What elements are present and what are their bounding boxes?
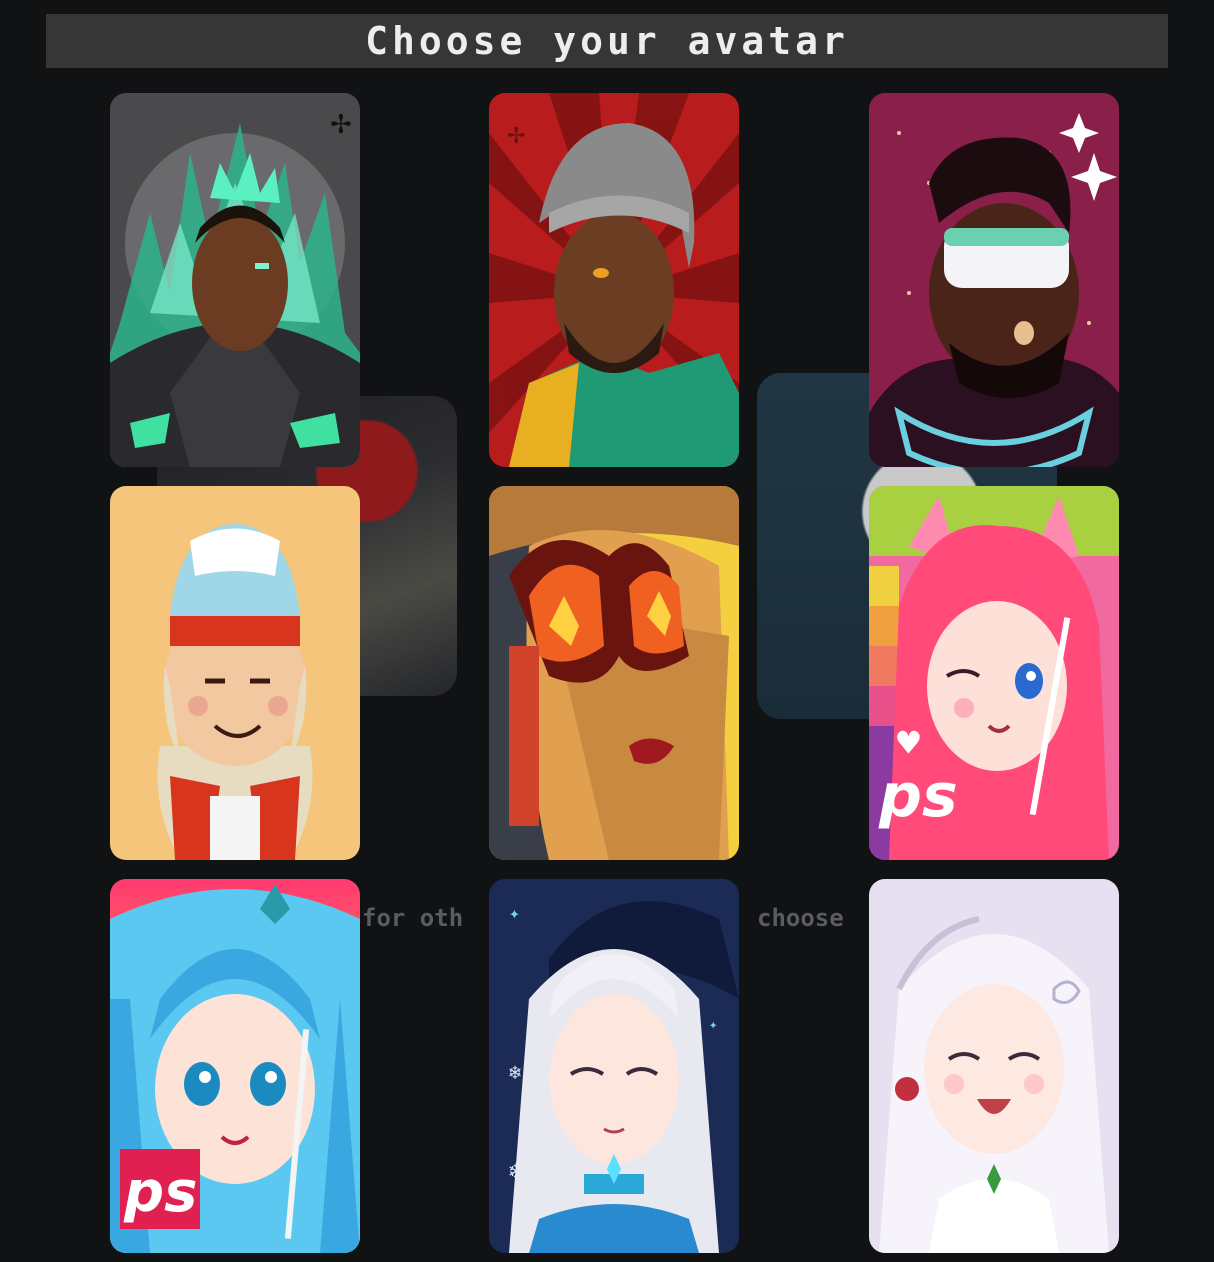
avatar-option-8[interactable]: ✦ ✦ ✦ ❄ ❄	[489, 879, 739, 1253]
avatar-option-7[interactable]: ps	[110, 879, 360, 1253]
svg-text:❄: ❄	[509, 1060, 521, 1084]
background-hint-text-right: choose	[757, 904, 844, 932]
avatar-image-heart-goggles	[489, 486, 739, 860]
avatar-image-witch-girl: ✦ ✦ ✦ ❄ ❄	[489, 879, 739, 1253]
avatar-option-9[interactable]	[869, 879, 1119, 1253]
avatar-image-dark-knight: ✢	[110, 93, 360, 467]
avatar-image-white-hair-maiden	[869, 879, 1119, 1253]
svg-text:ps: ps	[878, 761, 958, 831]
svg-text:✢: ✢	[507, 124, 525, 149]
avatar-picker: ♥ for oth choose Choose your avatar ✢	[0, 0, 1214, 1262]
avatar-image-cap-kid	[110, 486, 360, 860]
avatar-option-5[interactable]	[489, 486, 739, 860]
svg-text:✦: ✦	[709, 1017, 718, 1033]
avatar-image-beanie-man: ✢	[489, 93, 739, 467]
avatar-image-pink-cat-girl: ps ♥	[869, 486, 1119, 860]
svg-text:ps: ps	[123, 1160, 197, 1225]
avatar-option-1[interactable]: ✢	[110, 93, 360, 467]
svg-text:✢: ✢	[330, 110, 352, 140]
svg-text:♥: ♥	[897, 721, 920, 765]
avatar-option-4[interactable]	[110, 486, 360, 860]
avatar-option-3[interactable]	[869, 93, 1119, 467]
background-hint-text-left: for oth	[362, 904, 464, 932]
svg-text:✦: ✦	[509, 903, 520, 924]
page-title: Choose your avatar	[365, 19, 849, 63]
avatar-image-cyan-hair-girl: ps	[110, 879, 360, 1253]
avatar-image-visor-man	[869, 93, 1119, 467]
avatar-option-2[interactable]: ✢	[489, 93, 739, 467]
avatar-option-6[interactable]: ps ♥	[869, 486, 1119, 860]
title-bar: Choose your avatar	[46, 14, 1168, 68]
